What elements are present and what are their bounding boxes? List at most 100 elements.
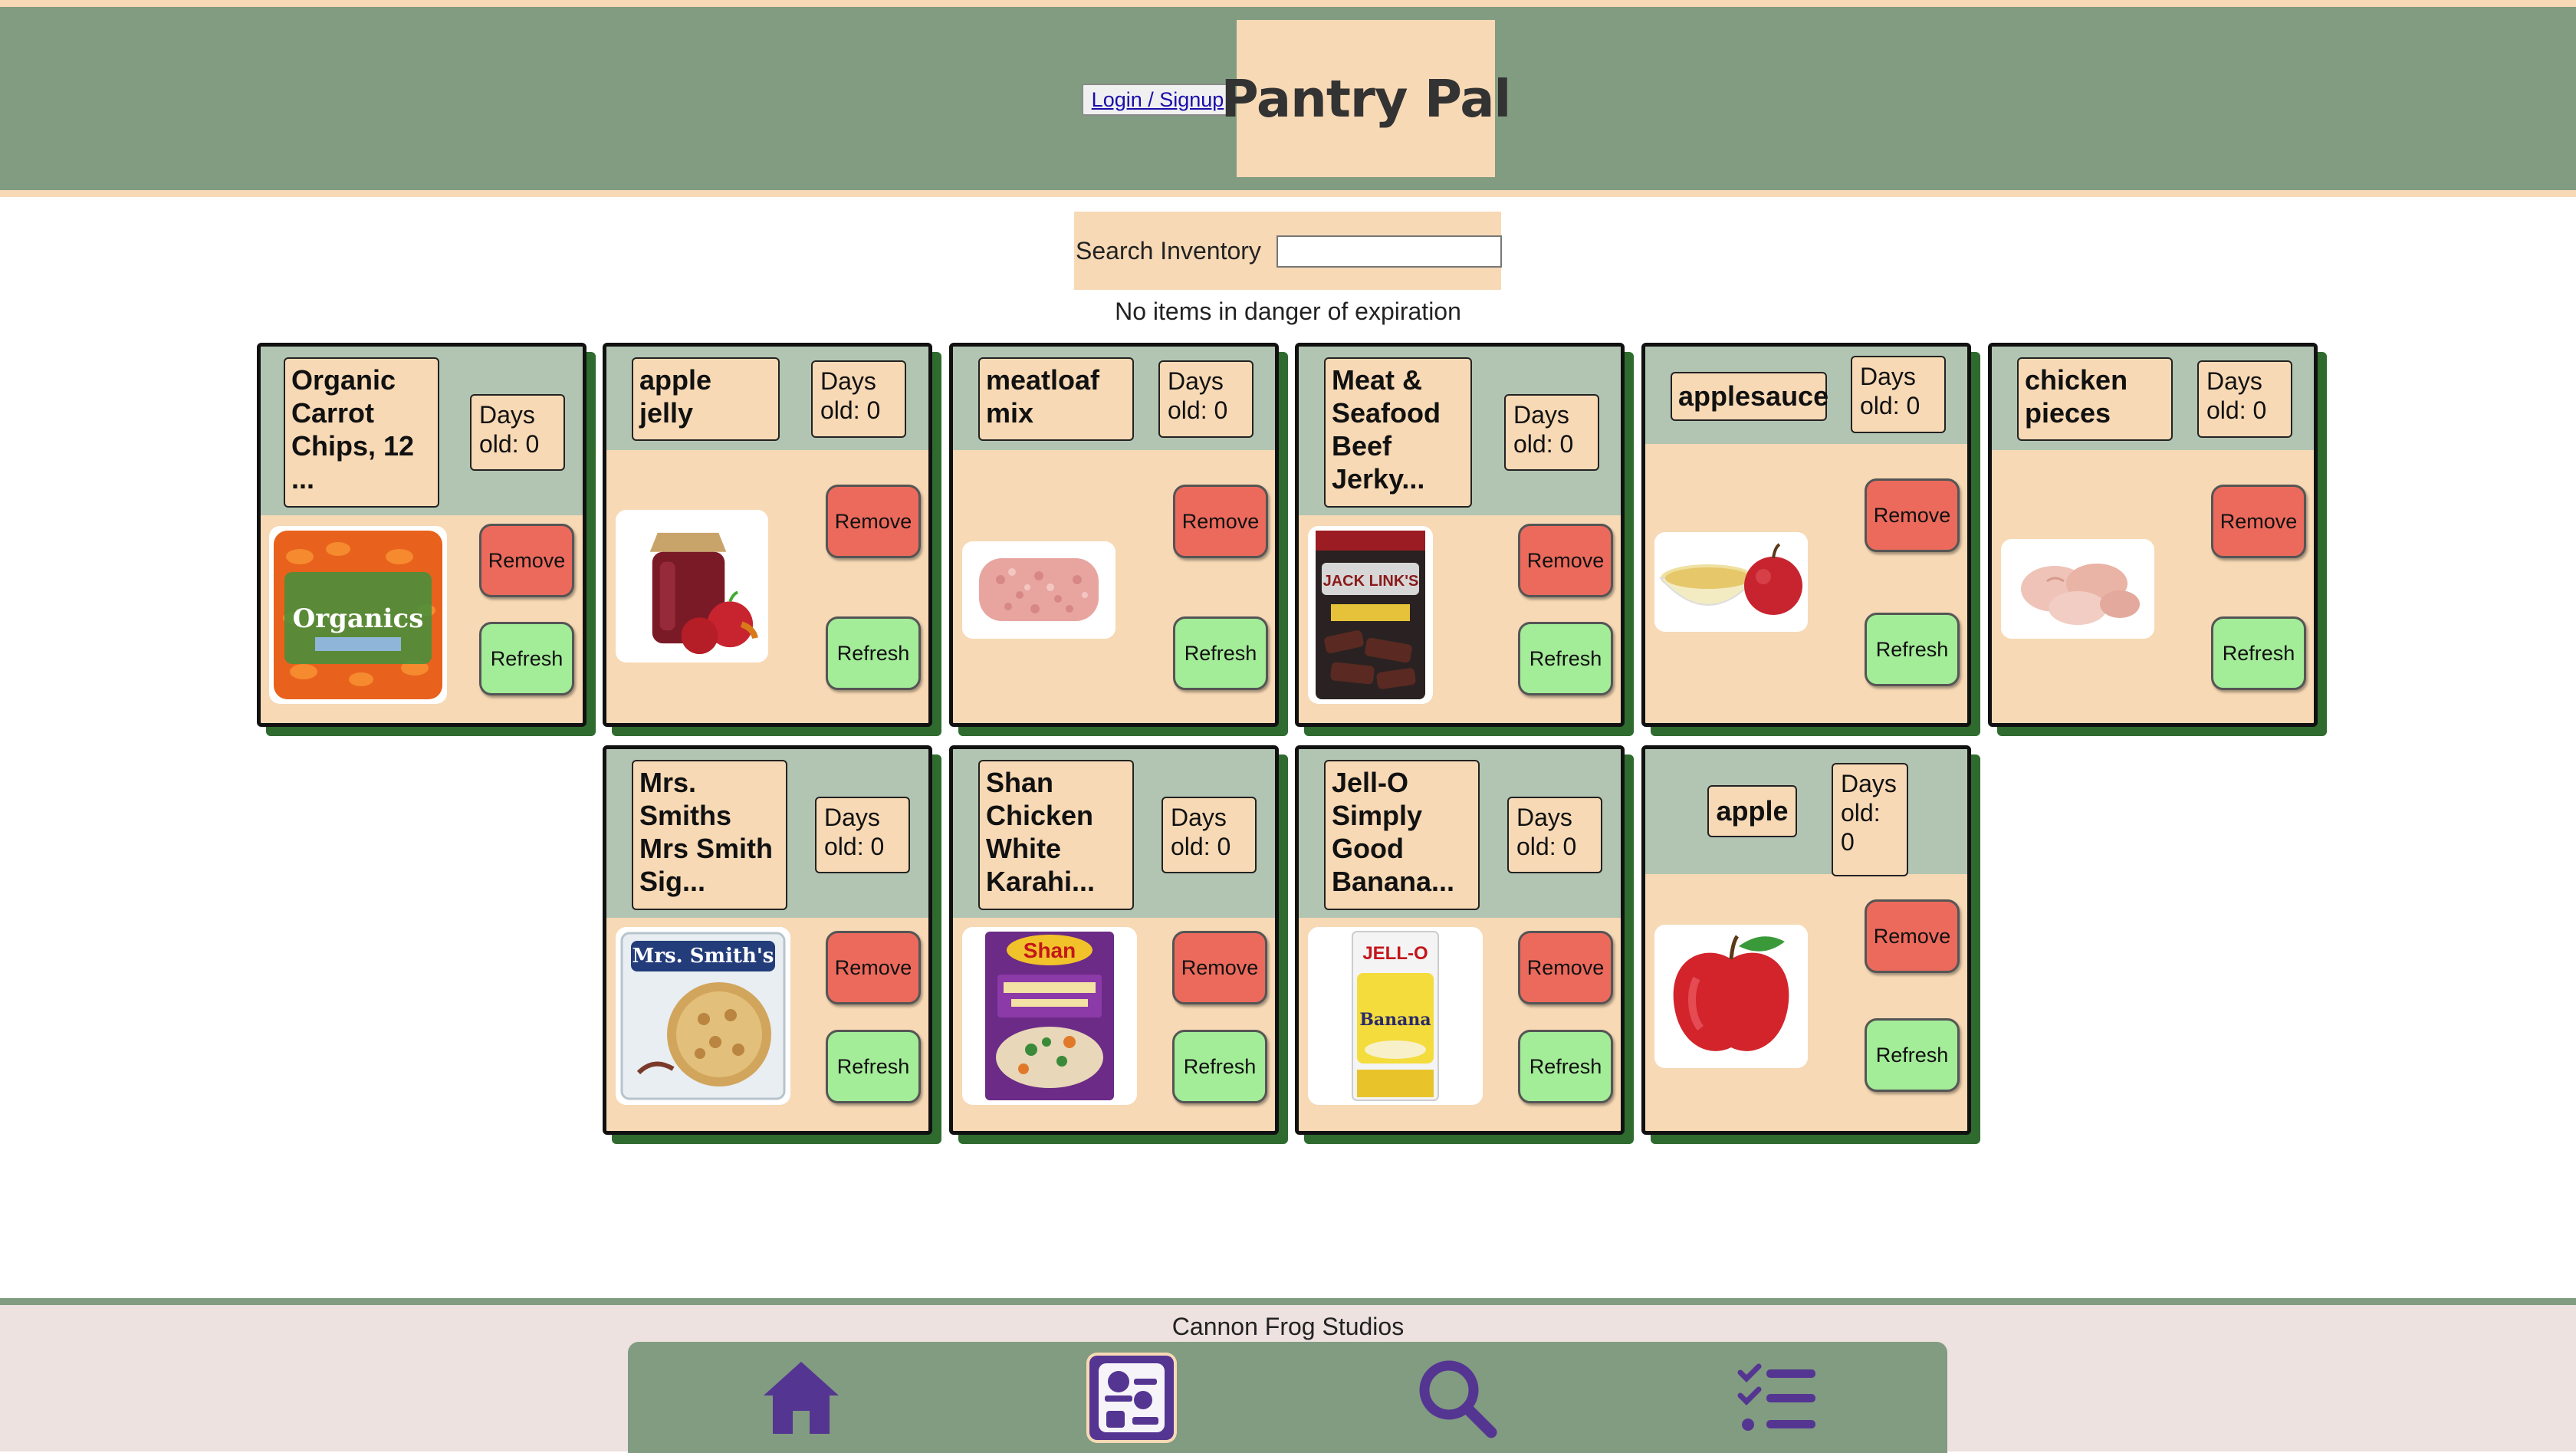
item-name: chicken pieces: [2017, 357, 2173, 441]
card-body: Remove Refresh: [1645, 444, 1967, 723]
refresh-button[interactable]: Refresh: [1518, 622, 1613, 695]
card-header: applesauce Days old: 0: [1645, 347, 1967, 444]
pudding-box-image: JELL-O Banana: [1308, 927, 1483, 1105]
card-body: Mrs. Smith's Remove Refresh: [606, 918, 928, 1131]
spice-box-image: Shan: [962, 927, 1137, 1105]
inventory-card: Meat & Seafood Beef Jerky... Days old: 0…: [1295, 343, 1625, 727]
card-header: meatloaf mix Days old: 0: [953, 347, 1275, 450]
carrots-image: Organics: [269, 526, 447, 704]
ground-meat-image: [962, 541, 1116, 639]
app-title-box: Pantry Pal: [1221, 20, 1511, 177]
days-old: Days old: 0: [1851, 356, 1946, 433]
nav-list[interactable]: [1736, 1356, 1820, 1440]
inventory-card: Jell-O Simply Good Banana... Days old: 0…: [1295, 745, 1625, 1135]
item-name: apple: [1707, 785, 1797, 837]
days-old: Days old: 0: [811, 360, 906, 438]
spice-brand: Shan: [1024, 939, 1076, 962]
card-header: chicken pieces Days old: 0: [1992, 347, 2314, 450]
apple-image: [1654, 925, 1808, 1068]
card-body: Organics Remove Refresh: [261, 515, 583, 723]
search-input[interactable]: [1276, 235, 1502, 268]
days-old: Days old: 0: [1504, 394, 1599, 471]
search-bar: Search Inventory: [1074, 212, 1502, 290]
pantry-icon: [1099, 1363, 1165, 1432]
refresh-button[interactable]: Refresh: [479, 622, 574, 695]
footer: Cannon Frog Studios: [0, 1298, 2576, 1453]
bottom-nav: [628, 1342, 1947, 1453]
refresh-button[interactable]: Refresh: [2211, 616, 2306, 690]
inventory-card: apple jelly Days old: 0 Remove Refresh: [603, 343, 932, 727]
pudding-flavor: Banana: [1359, 1010, 1431, 1030]
days-old: Days old: 0: [1832, 763, 1908, 876]
remove-button[interactable]: Remove: [826, 931, 921, 1004]
item-name: applesauce: [1671, 372, 1829, 421]
inventory-card: Organic Carrot Chips, 12 ... Days old: 0…: [257, 343, 586, 727]
item-name: Mrs. Smiths Mrs Smith Sig...: [632, 760, 787, 910]
carrots-brand: Organics: [293, 603, 424, 634]
home-icon: [764, 1362, 839, 1434]
nav-pantry[interactable]: [1089, 1356, 1174, 1440]
inventory-card: meatloaf mix Days old: 0 Remove Refresh: [949, 343, 1279, 727]
inventory-card: apple Days old: 0 Remove Refresh: [1641, 745, 1971, 1135]
card-body: Shan Remove Refresh: [953, 918, 1275, 1131]
footer-credit: Cannon Frog Studios: [1171, 1313, 1405, 1340]
refresh-button[interactable]: Refresh: [826, 1030, 921, 1103]
card-header: Jell-O Simply Good Banana... Days old: 0: [1299, 749, 1621, 918]
list-icon: [1737, 1363, 1815, 1431]
card-body: Remove Refresh: [1645, 874, 1967, 1131]
item-name: apple jelly: [632, 357, 780, 441]
remove-button[interactable]: Remove: [1172, 931, 1267, 1004]
remove-button[interactable]: Remove: [1518, 524, 1613, 597]
nav-search[interactable]: [1414, 1356, 1499, 1440]
app-title: Pantry Pal: [1221, 68, 1512, 129]
refresh-button[interactable]: Refresh: [1518, 1030, 1613, 1103]
remove-button[interactable]: Remove: [1518, 931, 1613, 1004]
refresh-button[interactable]: Refresh: [1173, 616, 1268, 690]
search-label: Search Inventory: [1076, 236, 1261, 265]
remove-button[interactable]: Remove: [1173, 485, 1268, 558]
remove-button[interactable]: Remove: [1865, 899, 1960, 973]
card-body: Remove Refresh: [606, 450, 928, 723]
inventory-card: applesauce Days old: 0 Remove Refresh: [1641, 343, 1971, 727]
item-name: meatloaf mix: [978, 357, 1134, 441]
chicken-image: [2001, 539, 2154, 639]
jerky-brand: JACK LINK'S: [1323, 573, 1419, 590]
card-header: Mrs. Smiths Mrs Smith Sig... Days old: 0: [606, 749, 928, 918]
inventory-card: Mrs. Smiths Mrs Smith Sig... Days old: 0…: [603, 745, 932, 1135]
refresh-button[interactable]: Refresh: [1865, 613, 1960, 686]
card-header: Shan Chicken White Karahi... Days old: 0: [953, 749, 1275, 918]
jelly-jar-image: [616, 510, 768, 662]
expiration-status: No items in danger of expiration: [1115, 298, 1461, 325]
card-header: Meat & Seafood Beef Jerky... Days old: 0: [1299, 347, 1621, 515]
card-body: Remove Refresh: [1992, 450, 2314, 723]
refresh-button[interactable]: Refresh: [1172, 1030, 1267, 1103]
remove-button[interactable]: Remove: [2211, 485, 2306, 558]
refresh-button[interactable]: Refresh: [1865, 1018, 1960, 1092]
pie-box-image: Mrs. Smith's: [616, 927, 790, 1105]
days-old: Days old: 0: [1507, 797, 1602, 873]
remove-button[interactable]: Remove: [826, 485, 921, 558]
pudding-brand: JELL-O: [1362, 943, 1428, 964]
header: Login / Signup Pantry Pal: [0, 0, 2576, 197]
days-old: Days old: 0: [2197, 360, 2292, 438]
inventory-card: Shan Chicken White Karahi... Days old: 0…: [949, 745, 1279, 1135]
pie-brand: Mrs. Smith's: [632, 945, 774, 968]
days-old: Days old: 0: [1162, 797, 1257, 873]
card-header: apple Days old: 0: [1645, 749, 1967, 876]
login-signup-button[interactable]: Login / Signup: [1082, 84, 1234, 116]
nav-home[interactable]: [759, 1356, 843, 1440]
item-name: Organic Carrot Chips, 12 ...: [284, 357, 439, 508]
days-old: Days old: 0: [470, 394, 565, 471]
card-body: Remove Refresh: [953, 450, 1275, 723]
remove-button[interactable]: Remove: [479, 524, 574, 597]
card-header: Organic Carrot Chips, 12 ... Days old: 0: [261, 347, 583, 515]
item-name: Jell-O Simply Good Banana...: [1324, 760, 1480, 910]
card-body: JACK LINK'S Remove Refresh: [1299, 515, 1621, 723]
refresh-button[interactable]: Refresh: [826, 616, 921, 690]
inventory-card: chicken pieces Days old: 0 Remove Refres…: [1988, 343, 2318, 727]
item-name: Meat & Seafood Beef Jerky...: [1324, 357, 1472, 508]
days-old: Days old: 0: [815, 797, 910, 873]
card-header: apple jelly Days old: 0: [606, 347, 928, 450]
remove-button[interactable]: Remove: [1865, 478, 1960, 552]
search-icon: [1419, 1360, 1497, 1438]
